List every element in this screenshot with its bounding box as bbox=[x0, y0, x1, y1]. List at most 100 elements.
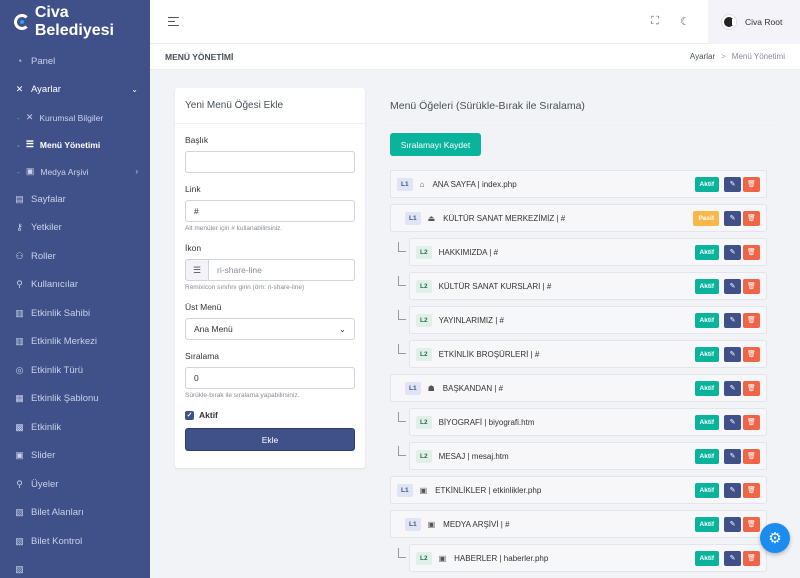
trash-icon[interactable]: 🗑 bbox=[743, 414, 760, 430]
menu-item-row[interactable]: L2 ETKİNLİK BROŞÜRLERİ | # Aktif ✎ 🗑 bbox=[409, 340, 767, 368]
ust-menu-select[interactable]: Ana Menü ⌄ bbox=[185, 318, 355, 340]
edit-icon[interactable]: ✎ bbox=[724, 448, 741, 464]
aktif-checkbox[interactable]: ✓ Aktif bbox=[185, 410, 355, 420]
dash-icon: - bbox=[17, 166, 20, 177]
menu-item-actions: Aktif ✎ 🗑 bbox=[694, 482, 760, 498]
edit-icon[interactable]: ✎ bbox=[724, 516, 741, 532]
sidebar-item-bilet-satis[interactable]: ▧ bbox=[0, 556, 150, 578]
sidebar-item-menu[interactable]: - ☰ Menü Yönetimi bbox=[0, 131, 150, 158]
users-icon: ⚇ bbox=[15, 250, 24, 261]
trash-icon[interactable]: 🗑 bbox=[743, 210, 760, 226]
menu-item-actions: Pasif ✎ 🗑 bbox=[693, 210, 760, 226]
sidebar-item-etkinlik-turu[interactable]: ◎ Etkinlik Türü bbox=[0, 356, 150, 385]
menu-item-row[interactable]: L1 ▣ MEDYA ARŞİVİ | # Aktif ✎ 🗑 bbox=[390, 510, 767, 538]
breadcrumb-ayarlar[interactable]: Ayarlar bbox=[690, 52, 715, 61]
status-badge[interactable]: Aktif bbox=[694, 278, 719, 294]
edit-icon[interactable]: ✎ bbox=[724, 414, 741, 430]
sidebar-item-medya[interactable]: - ▣ Medya Arşivi › bbox=[0, 158, 150, 185]
edit-icon[interactable]: ✎ bbox=[724, 380, 741, 396]
status-badge[interactable]: Aktif bbox=[694, 482, 719, 498]
ekle-button[interactable]: Ekle bbox=[185, 428, 355, 451]
brand-logo[interactable]: Civa Belediyesi bbox=[0, 0, 150, 44]
moon-icon[interactable]: ☾ bbox=[670, 15, 700, 28]
trash-icon[interactable]: 🗑 bbox=[743, 346, 760, 362]
trash-icon[interactable]: 🗑 bbox=[743, 244, 760, 260]
status-badge[interactable]: Aktif bbox=[694, 550, 719, 566]
menu-item-row[interactable]: L2 KÜLTÜR SANAT KURSLARI | # Aktif ✎ 🗑 bbox=[409, 272, 767, 300]
menu-item-text: ANA SAYFA | index.php bbox=[432, 179, 517, 189]
status-badge[interactable]: Aktif bbox=[694, 346, 719, 362]
form-title: Yeni Menü Öğesi Ekle bbox=[175, 88, 365, 124]
status-badge[interactable]: Aktif bbox=[694, 414, 719, 430]
ikon-input[interactable]: ri-share-line bbox=[209, 259, 355, 281]
status-badge[interactable]: Aktif bbox=[694, 448, 719, 464]
edit-icon[interactable]: ✎ bbox=[724, 482, 741, 498]
trash-icon[interactable]: 🗑 bbox=[743, 482, 760, 498]
sidebar-item-sayfalar[interactable]: ▤ Sayfalar bbox=[0, 185, 150, 214]
baslik-input[interactable] bbox=[185, 151, 355, 173]
trash-icon[interactable]: 🗑 bbox=[743, 516, 760, 532]
logo-icon bbox=[14, 14, 30, 30]
save-order-button[interactable]: Sıralamayı Kaydet bbox=[390, 133, 481, 156]
menu-item-row[interactable]: L2 YAYINLARIMIZ | # Aktif ✎ 🗑 bbox=[409, 306, 767, 334]
edit-icon[interactable]: ✎ bbox=[724, 550, 741, 566]
sidebar-item-bilet-alanlari[interactable]: ▧ Bilet Alanları bbox=[0, 499, 150, 528]
sidebar-item-uyeler[interactable]: ⚲ Üyeler bbox=[0, 470, 150, 499]
sidebar-item-etkinlik-sahibi[interactable]: ▥ Etkinlik Sahibi bbox=[0, 299, 150, 328]
sidebar-item-etkinlik-sablonu[interactable]: ▦ Etkinlik Şablonu bbox=[0, 385, 150, 414]
trash-icon[interactable]: 🗑 bbox=[743, 176, 760, 192]
sidebar-item-label: Yetkiler bbox=[31, 222, 62, 234]
menu-item-row[interactable]: L2 MESAJ | mesaj.htm Aktif ✎ 🗑 bbox=[409, 442, 767, 470]
sidebar-item-roller[interactable]: ⚇ Roller bbox=[0, 242, 150, 271]
trash-icon[interactable]: 🗑 bbox=[743, 380, 760, 396]
sidebar-item-etkinlik-merkezi[interactable]: ▥ Etkinlik Merkezi bbox=[0, 328, 150, 357]
edit-icon[interactable]: ✎ bbox=[724, 244, 741, 260]
edit-icon[interactable]: ✎ bbox=[724, 312, 741, 328]
gear-icon[interactable]: ⚙ bbox=[760, 523, 790, 553]
trash-icon[interactable]: 🗑 bbox=[743, 448, 760, 464]
edit-icon[interactable]: ✎ bbox=[724, 346, 741, 362]
menu-item-row[interactable]: L2 HAKKIMIZDA | # Aktif ✎ 🗑 bbox=[409, 238, 767, 266]
menu-item-row[interactable]: L1 ☗ BAŞKANDAN | # Aktif ✎ 🗑 bbox=[390, 374, 767, 402]
siralama-input[interactable]: 0 bbox=[185, 367, 355, 389]
sidebar-item-label: Ayarlar bbox=[31, 84, 61, 96]
menu-item-actions: Aktif ✎ 🗑 bbox=[694, 278, 760, 294]
status-badge[interactable]: Aktif bbox=[694, 244, 719, 260]
sidebar-item-slider[interactable]: ▣ Slider bbox=[0, 442, 150, 471]
sidebar-item-yetkiler[interactable]: ⚷ Yetkiler bbox=[0, 214, 150, 243]
sidebar-item-bilet-kontrol[interactable]: ▧ Bilet Kontrol bbox=[0, 527, 150, 556]
sidebar-item-kullanicilar[interactable]: ⚲ Kullanıcılar bbox=[0, 271, 150, 300]
breadcrumb: Ayarlar > Menü Yönetimi bbox=[690, 52, 785, 61]
edit-icon[interactable]: ✎ bbox=[724, 176, 741, 192]
menu-item-text: KÜLTÜR SANAT MERKEZİMİZ | # bbox=[443, 213, 566, 223]
sidebar-item-etkinlik[interactable]: ▩ Etkinlik bbox=[0, 413, 150, 442]
level-badge: L1 bbox=[397, 483, 413, 497]
trash-icon[interactable]: 🗑 bbox=[743, 278, 760, 294]
menu-item-row[interactable]: L2 ▣ HABERLER | haberler.php Aktif ✎ 🗑 bbox=[409, 544, 767, 572]
status-badge[interactable]: Aktif bbox=[694, 312, 719, 328]
status-badge[interactable]: Aktif bbox=[694, 380, 719, 396]
edit-icon[interactable]: ✎ bbox=[724, 210, 741, 226]
list-title: Menü Öğeleri (Sürükle-Bırak ile Sıralama… bbox=[390, 100, 585, 112]
menu-item-row[interactable]: L1 ⌂ ANA SAYFA | index.php Aktif ✎ 🗑 bbox=[390, 170, 767, 198]
level-badge: L1 bbox=[405, 381, 421, 395]
trash-icon[interactable]: 🗑 bbox=[743, 550, 760, 566]
fullscreen-icon[interactable]: ⛶ bbox=[640, 15, 670, 28]
sidebar-item-kurumsal[interactable]: - ✕ Kurumsal Bilgiler bbox=[0, 104, 150, 131]
user-icon: ⚲ bbox=[16, 279, 23, 290]
link-input[interactable]: # bbox=[185, 200, 355, 222]
status-badge[interactable]: Pasif bbox=[693, 210, 719, 226]
sidebar-item-label: Roller bbox=[31, 250, 56, 262]
hamburger-icon[interactable] bbox=[168, 15, 179, 29]
menu-item-row[interactable]: L1 ▣ ETKİNLİKLER | etkinlikler.php Aktif ✎ 🗑 bbox=[390, 476, 767, 504]
edit-icon[interactable]: ✎ bbox=[724, 278, 741, 294]
user-menu[interactable]: Civa Root bbox=[708, 0, 800, 44]
status-badge[interactable]: Aktif bbox=[694, 516, 719, 532]
sidebar-item-panel[interactable]: ◔ Panel bbox=[0, 47, 150, 76]
menu-item-row[interactable]: L2 BİYOGRAFİ | biyografi.htm Aktif ✎ 🗑 bbox=[409, 408, 767, 436]
menu-item-actions: Aktif ✎ 🗑 bbox=[694, 346, 760, 362]
sidebar-item-ayarlar[interactable]: ✕ Ayarlar ⌄ bbox=[0, 76, 150, 105]
status-badge[interactable]: Aktif bbox=[694, 176, 719, 192]
menu-item-row[interactable]: L1 ⏏ KÜLTÜR SANAT MERKEZİMİZ | # Pasif ✎ 🗑 bbox=[390, 204, 767, 232]
trash-icon[interactable]: 🗑 bbox=[743, 312, 760, 328]
